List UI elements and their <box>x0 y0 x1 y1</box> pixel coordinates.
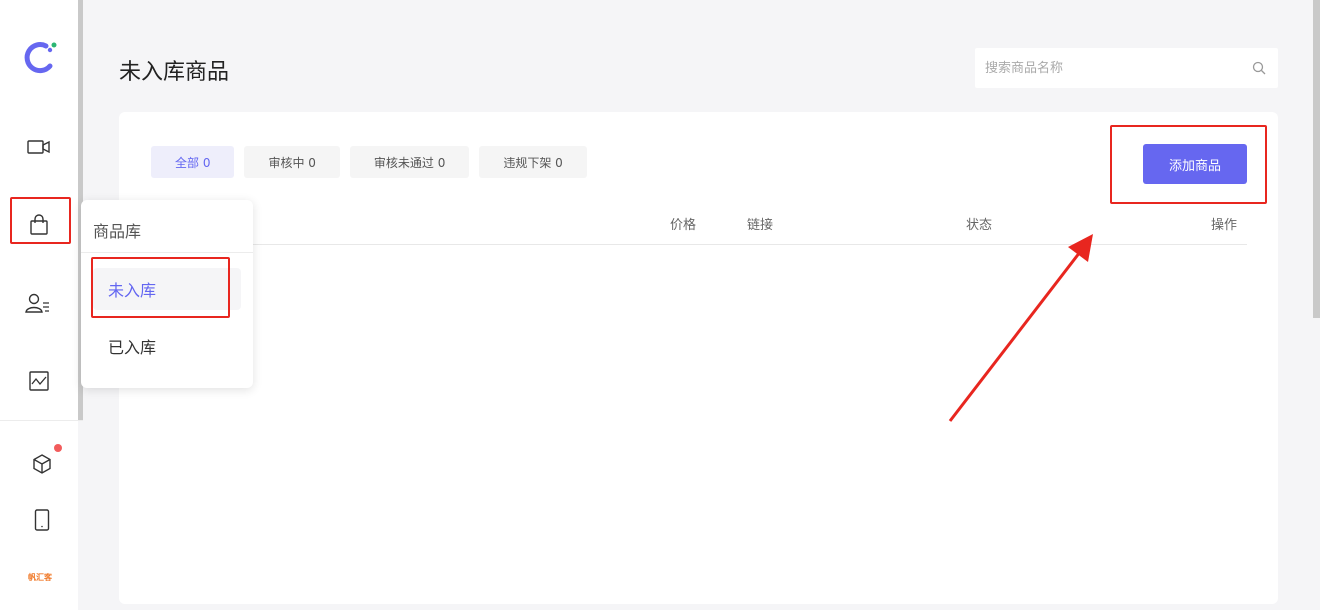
brand-logo: 帆汇客 <box>28 573 52 582</box>
add-product-button[interactable]: 添加商品 <box>1143 144 1247 184</box>
logo-icon[interactable] <box>20 38 60 78</box>
user-list-icon[interactable] <box>18 283 58 323</box>
tab-rejected[interactable]: 审核未通过 0 <box>349 146 470 178</box>
search-box <box>975 48 1278 88</box>
product-library-menu: 商品库 未入库 已入库 <box>81 200 253 388</box>
menu-item-stocked[interactable]: 已入库 <box>93 325 241 367</box>
product-card: 全部 0 审核中 0 审核未通过 0 违规下架 0 添加商品 价格 链接 状态 … <box>119 112 1278 604</box>
column-header-link: 链接 <box>747 218 774 233</box>
tab-violation[interactable]: 违规下架 0 <box>479 146 587 178</box>
video-icon[interactable] <box>19 127 59 167</box>
notification-badge <box>54 444 62 452</box>
phone-icon[interactable] <box>22 500 62 540</box>
page-title: 未入库商品 <box>119 60 230 85</box>
shopping-bag-icon[interactable] <box>19 205 59 245</box>
menu-divider <box>81 252 253 253</box>
search-input[interactable] <box>975 48 1245 88</box>
sidebar-divider <box>0 420 83 421</box>
column-header-action: 操作 <box>1211 218 1238 233</box>
chart-icon[interactable] <box>19 361 59 401</box>
status-tabs: 全部 0 审核中 0 审核未通过 0 违规下架 0 <box>151 146 587 178</box>
sidebar: 帆汇客 <box>0 0 78 610</box>
menu-item-not-stocked[interactable]: 未入库 <box>93 268 241 310</box>
search-icon[interactable] <box>1252 60 1266 79</box>
column-header-status: 状态 <box>966 218 993 233</box>
column-header-price: 价格 <box>670 218 697 233</box>
table-header-divider <box>119 244 1247 245</box>
tab-all[interactable]: 全部 0 <box>151 146 235 178</box>
page-scrollbar[interactable] <box>1313 0 1320 318</box>
tab-reviewing[interactable]: 审核中 0 <box>244 146 340 178</box>
menu-title: 商品库 <box>93 222 142 241</box>
